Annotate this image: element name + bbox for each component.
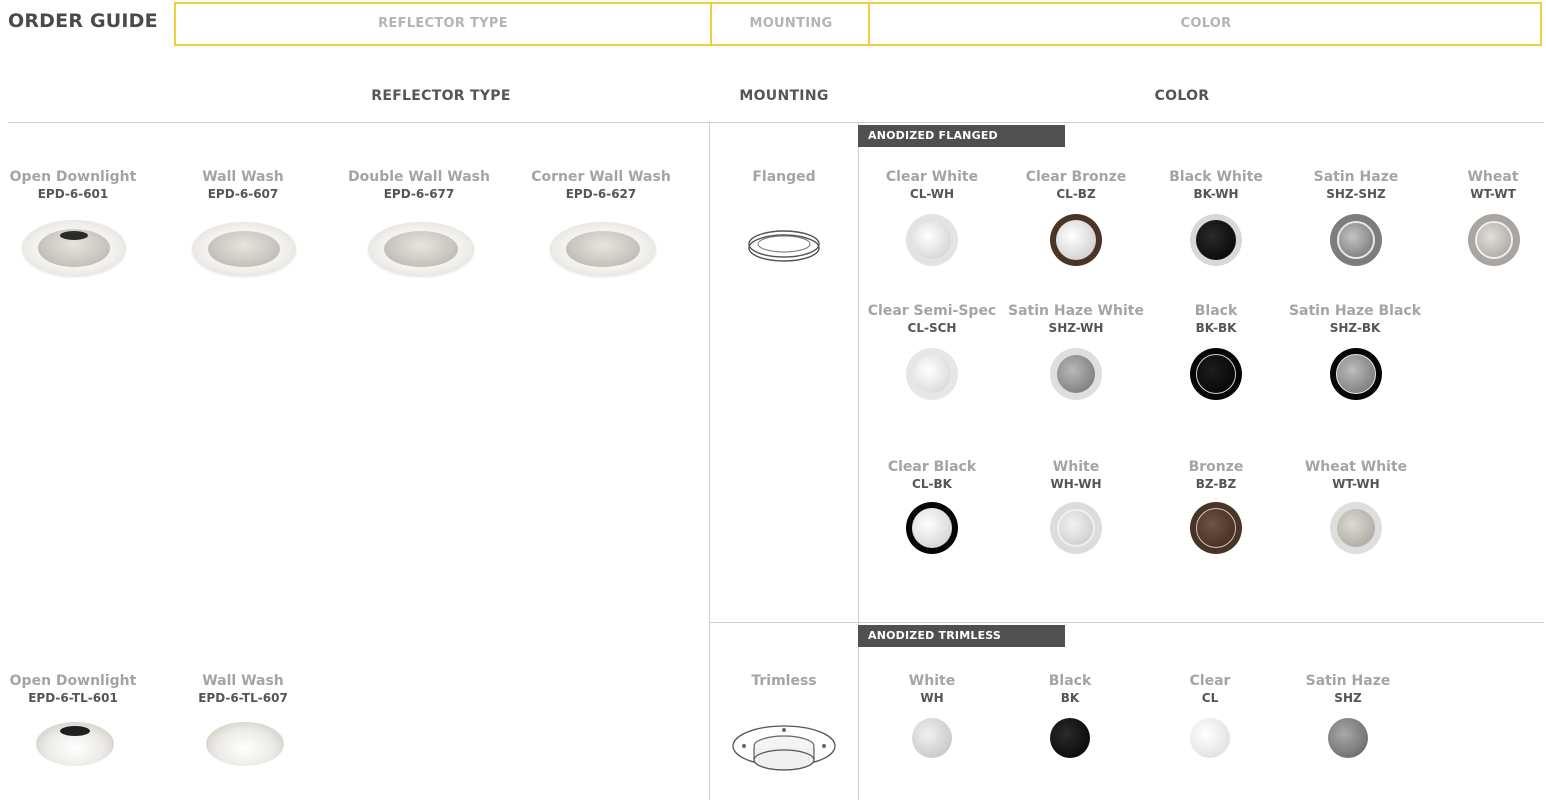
reflector-option[interactable]: Double Wall Wash EPD-6-677 <box>340 168 498 202</box>
color-option[interactable]: Clear Black CL-BK <box>862 458 1002 492</box>
color-option[interactable]: Bronze BZ-BZ <box>1146 458 1286 492</box>
reflector-option[interactable]: Wall Wash EPD-6-TL-607 <box>170 672 316 706</box>
color-option[interactable]: Satin Haze White SHZ-WH <box>1006 302 1146 336</box>
black-swatch[interactable] <box>1190 348 1242 400</box>
color-option[interactable]: Clear Semi-Spec CL-SCH <box>862 302 1002 336</box>
corner-wall-wash-image <box>550 222 656 276</box>
trimless-clear-swatch[interactable] <box>1190 718 1230 758</box>
color-option[interactable]: Wheat WT-WT <box>1446 168 1540 202</box>
header-divider <box>8 122 1544 123</box>
step-mounting[interactable]: MOUNTING <box>710 4 870 44</box>
clear-bronze-swatch[interactable] <box>1050 214 1102 266</box>
anodized-trimless-badge: ANODIZED TRIMLESS <box>858 625 1065 647</box>
mounting-option-flanged[interactable]: Flanged <box>712 168 856 186</box>
trimless-white-swatch[interactable] <box>912 718 952 758</box>
mounting-heading: MOUNTING <box>739 88 829 104</box>
trimless-satin-haze-swatch[interactable] <box>1328 718 1368 758</box>
color-option[interactable]: Clear White CL-WH <box>862 168 1002 202</box>
reflector-option[interactable]: Open Downlight EPD-6-TL-601 <box>0 672 146 706</box>
color-option[interactable]: Black BK-BK <box>1146 302 1286 336</box>
color-option[interactable]: Satin Haze SHZ <box>1278 672 1418 706</box>
step-bar: REFLECTOR TYPE MOUNTING COLOR <box>174 2 1542 46</box>
trimless-plate-icon <box>732 725 836 771</box>
satin-haze-swatch[interactable] <box>1330 214 1382 266</box>
clear-semi-spec-swatch[interactable] <box>906 348 958 400</box>
color-option[interactable]: Satin Haze Black SHZ-BK <box>1280 302 1430 336</box>
reflector-option[interactable]: Corner Wall Wash EPD-6-627 <box>522 168 680 202</box>
wall-wash-image <box>192 222 296 276</box>
trimless-open-downlight-image <box>36 722 114 766</box>
step-reflector-type[interactable]: REFLECTOR TYPE <box>176 4 710 44</box>
color-option[interactable]: Black White BK-WH <box>1146 168 1286 202</box>
reflector-option[interactable]: Open Downlight EPD-6-601 <box>0 168 146 202</box>
bronze-swatch[interactable] <box>1190 502 1242 554</box>
trimless-wall-wash-image <box>206 722 284 766</box>
trimless-black-swatch[interactable] <box>1050 718 1090 758</box>
color-option[interactable]: Wheat White WT-WH <box>1286 458 1426 492</box>
trimless-divider <box>709 622 1544 623</box>
color-heading: COLOR <box>1154 88 1210 104</box>
black-white-swatch[interactable] <box>1190 214 1242 266</box>
color-option[interactable]: Satin Haze SHZ-SHZ <box>1286 168 1426 202</box>
color-option[interactable]: White WH-WH <box>1006 458 1146 492</box>
color-option[interactable]: White WH <box>862 672 1002 706</box>
page-title: ORDER GUIDE <box>8 10 158 32</box>
open-downlight-image <box>22 220 126 276</box>
color-divider <box>858 122 859 800</box>
mounting-option-trimless[interactable]: Trimless <box>712 672 856 690</box>
wheat-swatch[interactable] <box>1468 214 1520 266</box>
color-option[interactable]: Clear CL <box>1140 672 1280 706</box>
mounting-divider <box>709 122 710 800</box>
double-wall-wash-image <box>368 222 474 276</box>
satin-haze-white-swatch[interactable] <box>1050 348 1102 400</box>
anodized-flanged-badge: ANODIZED FLANGED <box>858 125 1065 147</box>
clear-white-swatch[interactable] <box>906 214 958 266</box>
flanged-trim-icon <box>748 230 820 262</box>
step-color[interactable]: COLOR <box>868 4 1542 44</box>
color-option[interactable]: Black BK <box>1000 672 1140 706</box>
satin-haze-black-swatch[interactable] <box>1330 348 1382 400</box>
reflector-type-heading: REFLECTOR TYPE <box>371 88 511 104</box>
color-option[interactable]: Clear Bronze CL-BZ <box>1006 168 1146 202</box>
wheat-white-swatch[interactable] <box>1330 502 1382 554</box>
reflector-option[interactable]: Wall Wash EPD-6-607 <box>170 168 316 202</box>
clear-black-swatch[interactable] <box>906 502 958 554</box>
white-swatch[interactable] <box>1050 502 1102 554</box>
